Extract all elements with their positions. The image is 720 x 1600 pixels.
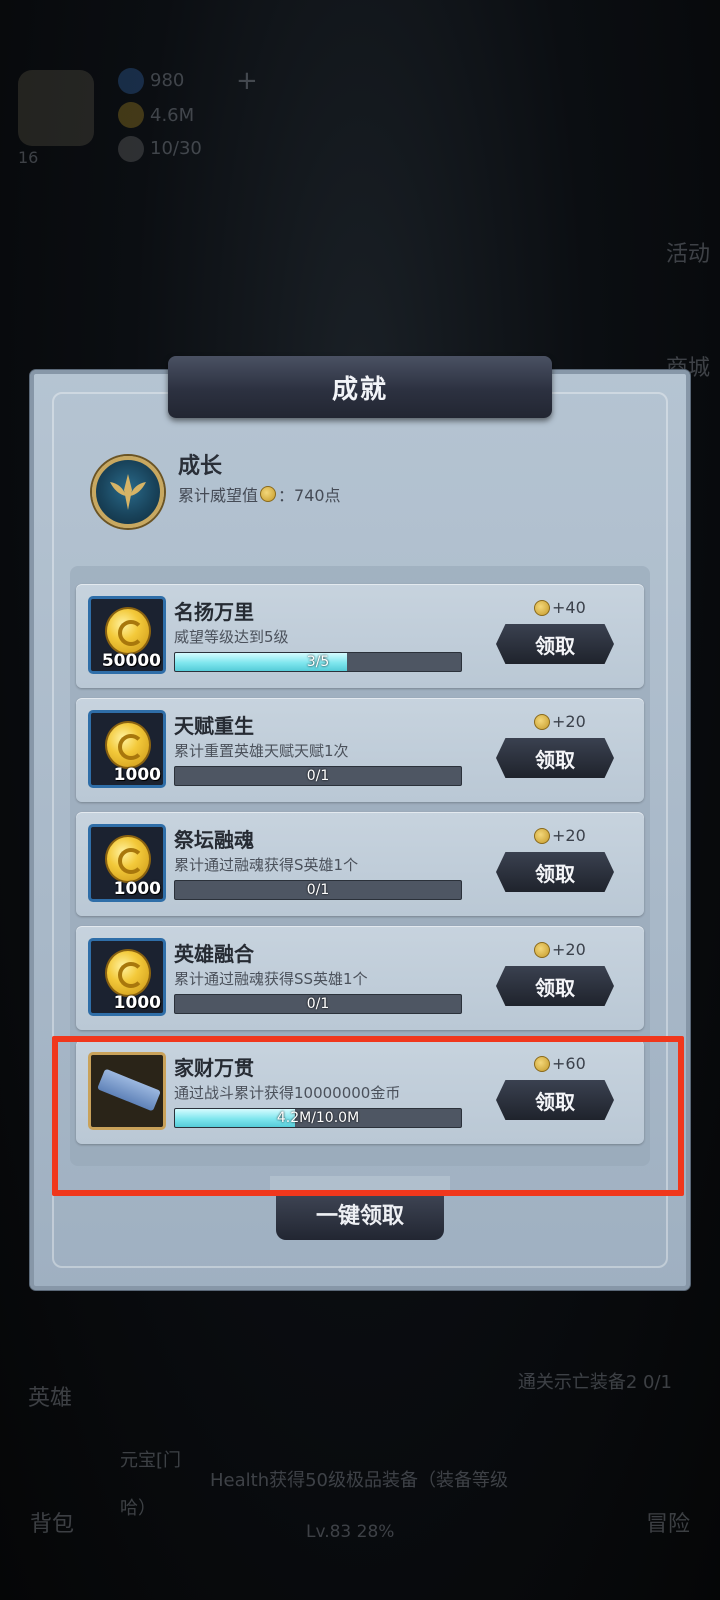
prestige-reward: +60	[534, 1054, 586, 1073]
gold-coin-icon	[105, 949, 151, 997]
achievement-desc: 累计重置英雄天赋天赋1次	[174, 742, 349, 760]
achievement-title: 英雄融合	[174, 942, 254, 966]
nav-adventure: 冒险	[645, 1512, 690, 1537]
reward-item-count: 1000	[113, 879, 161, 899]
reward-item-count: 50000	[101, 651, 161, 671]
player-avatar	[18, 70, 94, 146]
achievement-card: 1000 英雄融合 累计通过融魂获得SS英雄1个 0/1 +20 领取	[76, 926, 644, 1030]
side-activity: 活动	[665, 242, 710, 267]
list-bottom-edge	[270, 1176, 450, 1192]
category-title: 成长	[178, 454, 223, 479]
achievement-card: 50000 名扬万里 威望等级达到5级 3/5 +40 领取	[76, 584, 644, 688]
chat-line-1: 元宝[门	[120, 1450, 182, 1471]
prestige-coin-icon	[534, 713, 550, 730]
claim-button[interactable]: 领取	[496, 624, 614, 664]
level-progress: Lv.83 28%	[306, 1522, 395, 1542]
reward-item-icon: 1000	[88, 824, 166, 902]
achievement-card: 家财万贯 通过战斗累计获得10000000金币 4.2M/10.0M +60 领…	[76, 1040, 644, 1144]
gem-icon	[118, 68, 144, 94]
progress-text: 0/1	[306, 882, 330, 898]
reward-item-icon	[88, 1052, 166, 1130]
progress-bar: 0/1	[174, 880, 462, 900]
title-ribbon: 成就	[168, 356, 552, 418]
prestige-reward: +20	[534, 940, 586, 959]
category-subtitle: 累计威望值 ：740点	[178, 482, 341, 506]
achievement-card: 1000 祭坛融魂 累计通过融魂获得S英雄1个 0/1 +20 领取	[76, 812, 644, 916]
progress-bar: 0/1	[174, 994, 462, 1014]
progress-bar: 0/1	[174, 766, 462, 786]
gold-coin-icon	[105, 835, 151, 883]
nav-bag: 背包	[30, 1512, 75, 1537]
reward-amount: +20	[552, 712, 586, 731]
panel-title: 成就	[331, 374, 388, 405]
achievement-desc: 累计通过融魂获得SS英雄1个	[174, 970, 368, 988]
prestige-coin-icon	[534, 599, 550, 616]
achievement-title: 天赋重生	[174, 714, 254, 738]
progress-bar: 3/5	[174, 652, 462, 672]
prestige-value: ：740点	[278, 486, 341, 505]
achievement-title: 祭坛融魂	[174, 828, 254, 852]
player-level: 16	[18, 148, 39, 167]
achievement-desc: 通过战斗累计获得10000000金币	[174, 1084, 401, 1102]
quest-tracker: 通关示亡装备2 0/1	[517, 1372, 672, 1393]
chat-line-3: 哈）	[120, 1498, 156, 1519]
growth-emblem-icon	[92, 456, 164, 528]
reward-item-count: 1000	[113, 765, 161, 785]
achievement-desc: 累计通过融魂获得S英雄1个	[174, 856, 359, 874]
progress-text: 0/1	[306, 996, 330, 1012]
gold-coin-icon	[105, 721, 151, 769]
scroll-icon	[97, 1068, 161, 1112]
gold-coin-icon	[105, 607, 151, 655]
claim-button[interactable]: 领取	[496, 852, 614, 892]
claim-all-button[interactable]: 一键领取	[276, 1184, 444, 1240]
chat-line-2: Health获得50级极品装备（装备等级	[210, 1470, 509, 1491]
gem-count: 980	[150, 70, 185, 91]
achievement-title: 名扬万里	[174, 600, 254, 624]
prestige-coin-icon	[534, 1055, 550, 1072]
prestige-coin-icon	[534, 941, 550, 958]
stamina-icon	[118, 136, 144, 162]
reward-item-icon: 1000	[88, 710, 166, 788]
gold-count: 4.6M	[150, 105, 195, 126]
prestige-label: 累计威望值	[178, 486, 259, 505]
achievement-desc: 威望等级达到5级	[174, 628, 289, 646]
stamina-count: 10/30	[150, 138, 202, 159]
reward-amount: +60	[552, 1054, 586, 1073]
reward-amount: +20	[552, 826, 586, 845]
prestige-reward: +20	[534, 826, 586, 845]
progress-text: 4.2M/10.0M	[276, 1110, 360, 1126]
reward-item-count: 1000	[113, 993, 161, 1013]
achievement-title: 家财万贯	[174, 1056, 254, 1080]
gold-icon	[118, 102, 144, 128]
reward-item-icon: 50000	[88, 596, 166, 674]
prestige-reward: +40	[534, 598, 586, 617]
claim-button[interactable]: 领取	[496, 1080, 614, 1120]
add-gems-button: +	[236, 66, 258, 96]
prestige-coin-icon	[260, 486, 277, 502]
progress-text: 3/5	[306, 654, 330, 670]
reward-amount: +40	[552, 598, 586, 617]
prestige-reward: +20	[534, 712, 586, 731]
achievement-card: 1000 天赋重生 累计重置英雄天赋天赋1次 0/1 +20 领取	[76, 698, 644, 802]
progress-bar: 4.2M/10.0M	[174, 1108, 462, 1128]
prestige-coin-icon	[534, 827, 550, 844]
nav-hero: 英雄	[28, 1386, 73, 1411]
progress-text: 0/1	[306, 768, 330, 784]
reward-amount: +20	[552, 940, 586, 959]
claim-button[interactable]: 领取	[496, 966, 614, 1006]
claim-button[interactable]: 领取	[496, 738, 614, 778]
reward-item-icon: 1000	[88, 938, 166, 1016]
